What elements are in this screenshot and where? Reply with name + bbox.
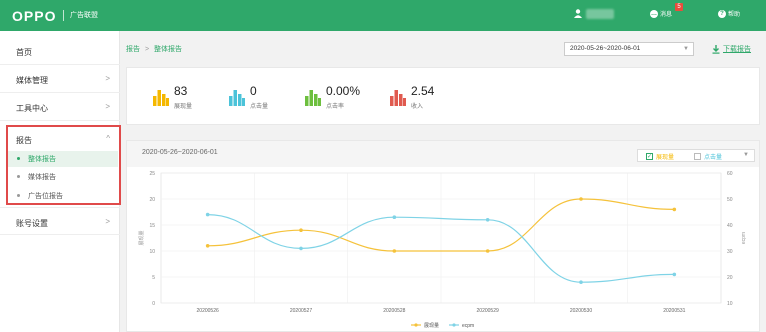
user-name-blurred[interactable]	[586, 9, 614, 19]
date-range-value: 2020-05-26~2020-06-01	[570, 45, 641, 52]
bar-chart-icon	[229, 90, 245, 106]
impressions-data-point	[392, 249, 397, 253]
legend-marker	[414, 323, 418, 327]
sidebar-item-label: 账号设置	[16, 219, 48, 228]
logo-divider	[63, 10, 64, 21]
bar-chart-icon	[153, 90, 169, 106]
messages-label: 消息	[660, 12, 673, 18]
right-tick-label: 60	[727, 171, 733, 177]
x-tick-label: 20200531	[663, 308, 685, 314]
impressions-data-point	[205, 244, 210, 248]
help-icon: ?	[718, 9, 726, 18]
report-menu-highlight	[6, 125, 121, 205]
stat-label: 点击率	[326, 104, 345, 110]
left-tick-label: 0	[152, 301, 155, 307]
legend-label-ecpm: ecpm	[462, 323, 474, 329]
breadcrumb-separator: >	[144, 46, 150, 53]
messages-count-badge: 5	[675, 3, 683, 11]
right-tick-label: 40	[727, 223, 733, 229]
checkbox-icon[interactable]	[694, 153, 701, 160]
message-icon: …	[650, 9, 658, 18]
chevron-right-icon: >	[105, 74, 110, 83]
download-report-label: 下载报告	[723, 46, 751, 53]
download-icon	[712, 44, 720, 54]
bar-chart-icon	[390, 90, 406, 106]
chevron-right-icon: >	[105, 217, 110, 226]
impressions-data-point	[579, 197, 583, 201]
line-chart: 0 5 10 15 20 25 10 20 30 40 50 60 20200526 20200527 20…	[138, 171, 747, 329]
x-tick-label: 20200527	[290, 308, 312, 314]
left-tick-label: 5	[152, 275, 155, 281]
chart-header: 2020-05-26~2020-06-01 ✓ 展现量 点击量 ▼	[127, 141, 759, 167]
sidebar-item-account[interactable]: 账号设置 >	[0, 207, 120, 235]
help-button[interactable]: ? 帮助	[718, 9, 740, 18]
trend-chart-card: 2020-05-26~2020-06-01 ✓ 展现量 点击量 ▼ 0 5 10 15…	[126, 140, 760, 332]
left-tick-label: 25	[149, 171, 155, 177]
help-label: 帮助	[728, 12, 741, 18]
user-icon[interactable]	[574, 9, 582, 20]
left-tick-label: 10	[149, 249, 155, 255]
stat-label: 收入	[411, 104, 424, 110]
ecpm-data-point	[485, 218, 490, 222]
right-tick-label: 20	[727, 275, 733, 281]
brand-logo[interactable]: OPPO	[12, 8, 56, 24]
x-tick-label: 20200528	[383, 308, 405, 314]
impressions-data-point	[672, 207, 677, 212]
metric-select[interactable]: ✓ 展现量 点击量 ▼	[637, 149, 755, 162]
x-tick-label: 20200526	[197, 308, 219, 314]
bar-chart-icon	[305, 90, 321, 106]
left-tick-label: 20	[149, 197, 155, 203]
stat-value: 0	[250, 84, 257, 98]
checkbox-checked-icon[interactable]: ✓	[646, 153, 653, 160]
ecpm-data-point	[579, 280, 583, 284]
sidebar-item-label: 首页	[16, 48, 32, 57]
download-report-button[interactable]: 下载报告	[712, 44, 751, 54]
right-tick-label: 10	[727, 301, 733, 307]
ecpm-data-point	[299, 246, 303, 251]
breadcrumb-current: 整体报告	[154, 46, 182, 53]
right-tick-label: 30	[727, 249, 733, 255]
x-tick-label: 20200529	[477, 308, 499, 314]
messages-button[interactable]: … 消息	[650, 9, 672, 18]
breadcrumb-root[interactable]: 报告	[126, 46, 140, 53]
ecpm-data-point	[205, 212, 210, 217]
ecpm-data-point	[392, 215, 397, 219]
impressions-data-point	[299, 228, 303, 232]
x-tick-label: 20200530	[570, 308, 592, 314]
stat-revenue: 2.54 收入	[390, 84, 510, 114]
dropdown-arrow-icon: ▼	[743, 152, 749, 158]
right-tick-label: 50	[727, 197, 733, 203]
metric-option-label: 点击量	[704, 155, 723, 161]
stats-summary-card: 83 展现量 0 点击量 0.00% 点击率 2.54 收入	[126, 67, 760, 125]
impressions-data-point	[485, 249, 490, 253]
stat-value: 2.54	[411, 84, 435, 98]
sidebar-item-label: 媒体管理	[16, 76, 48, 85]
metric-option-impressions[interactable]: ✓ 展现量	[646, 152, 674, 161]
chart-date-range: 2020-05-26~2020-06-01	[142, 149, 218, 156]
y-left-axis-label: 展现量	[138, 230, 145, 245]
metric-option-clicks[interactable]: 点击量	[694, 152, 722, 161]
stat-value: 83	[174, 84, 188, 98]
ecpm-data-point	[672, 272, 677, 277]
dropdown-arrow-icon: ▼	[683, 46, 689, 52]
legend-marker	[452, 323, 456, 327]
left-tick-label: 15	[149, 223, 155, 229]
chevron-right-icon: >	[105, 102, 110, 111]
stat-label: 展现量	[174, 104, 193, 110]
y-right-axis-label: ecpm	[741, 232, 747, 244]
sidebar-item-label: 工具中心	[16, 104, 48, 113]
sidebar-item-media[interactable]: 媒体管理 >	[0, 65, 120, 93]
legend-label-impressions: 展现量	[424, 322, 439, 329]
breadcrumb: 报告 > 整体报告	[126, 44, 182, 54]
sidebar-item-home[interactable]: 首页	[0, 37, 120, 65]
stat-value: 0.00%	[326, 84, 361, 98]
sidebar-item-tools[interactable]: 工具中心 >	[0, 93, 120, 121]
brand-subtitle: 广告联盟	[70, 12, 98, 19]
stat-label: 点击量	[250, 104, 269, 110]
top-bar: OPPO 广告联盟 … 消息 5 ? 帮助	[0, 0, 766, 31]
date-range-select[interactable]: 2020-05-26~2020-06-01 ▼	[564, 42, 694, 56]
metric-option-label: 展现量	[656, 155, 675, 161]
